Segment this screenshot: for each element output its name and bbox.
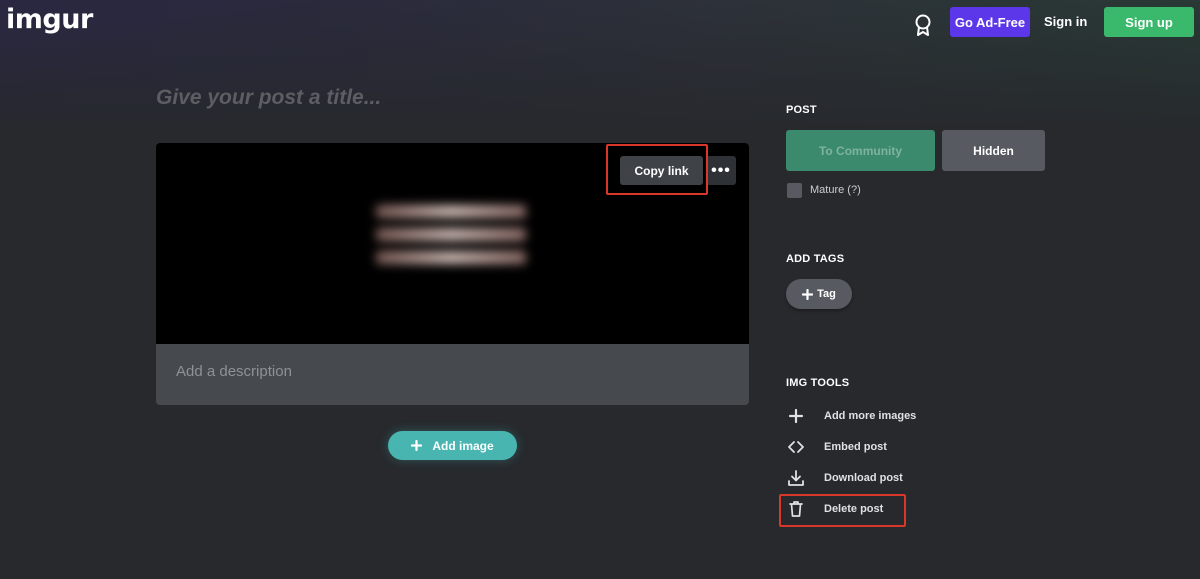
mature-label[interactable]: Mature (?) <box>810 184 861 196</box>
tag-label: Tag <box>817 288 836 300</box>
sign-up-button[interactable]: Sign up <box>1104 7 1194 37</box>
add-more-images-item[interactable]: Add more images <box>786 406 916 426</box>
medal-icon[interactable] <box>913 13 933 37</box>
copy-link-highlight <box>606 144 708 195</box>
post-heading: POST <box>786 104 817 116</box>
plus-icon <box>411 440 423 451</box>
delete-post-highlight <box>779 494 906 527</box>
add-image-label: Add image <box>432 438 494 453</box>
embed-post-item[interactable]: Embed post <box>786 437 887 457</box>
blurred-image <box>376 205 526 277</box>
more-options-button[interactable]: ••• <box>706 156 736 185</box>
img-tools-heading: IMG TOOLS <box>786 377 850 389</box>
plus-icon <box>802 288 814 300</box>
add-tags-heading: ADD TAGS <box>786 253 845 265</box>
mature-checkbox[interactable] <box>787 183 802 198</box>
code-icon <box>788 441 804 453</box>
plus-icon <box>788 408 804 424</box>
download-post-item[interactable]: Download post <box>786 468 903 488</box>
download-post-label: Download post <box>824 472 903 484</box>
download-icon <box>788 470 804 486</box>
hidden-button[interactable]: Hidden <box>942 130 1045 171</box>
imgur-logo[interactable]: imgur <box>6 4 93 35</box>
add-more-images-label: Add more images <box>824 410 917 422</box>
go-ad-free-button[interactable]: Go Ad-Free <box>950 7 1030 37</box>
embed-post-label: Embed post <box>824 441 887 453</box>
to-community-button[interactable]: To Community <box>786 130 935 171</box>
sign-in-link[interactable]: Sign in <box>1044 14 1087 29</box>
add-image-button[interactable]: Add image <box>388 431 517 460</box>
post-title-input[interactable]: Give your post a title... <box>156 86 716 110</box>
description-input[interactable]: Add a description <box>176 363 292 380</box>
add-tag-button[interactable]: Tag <box>786 279 852 309</box>
